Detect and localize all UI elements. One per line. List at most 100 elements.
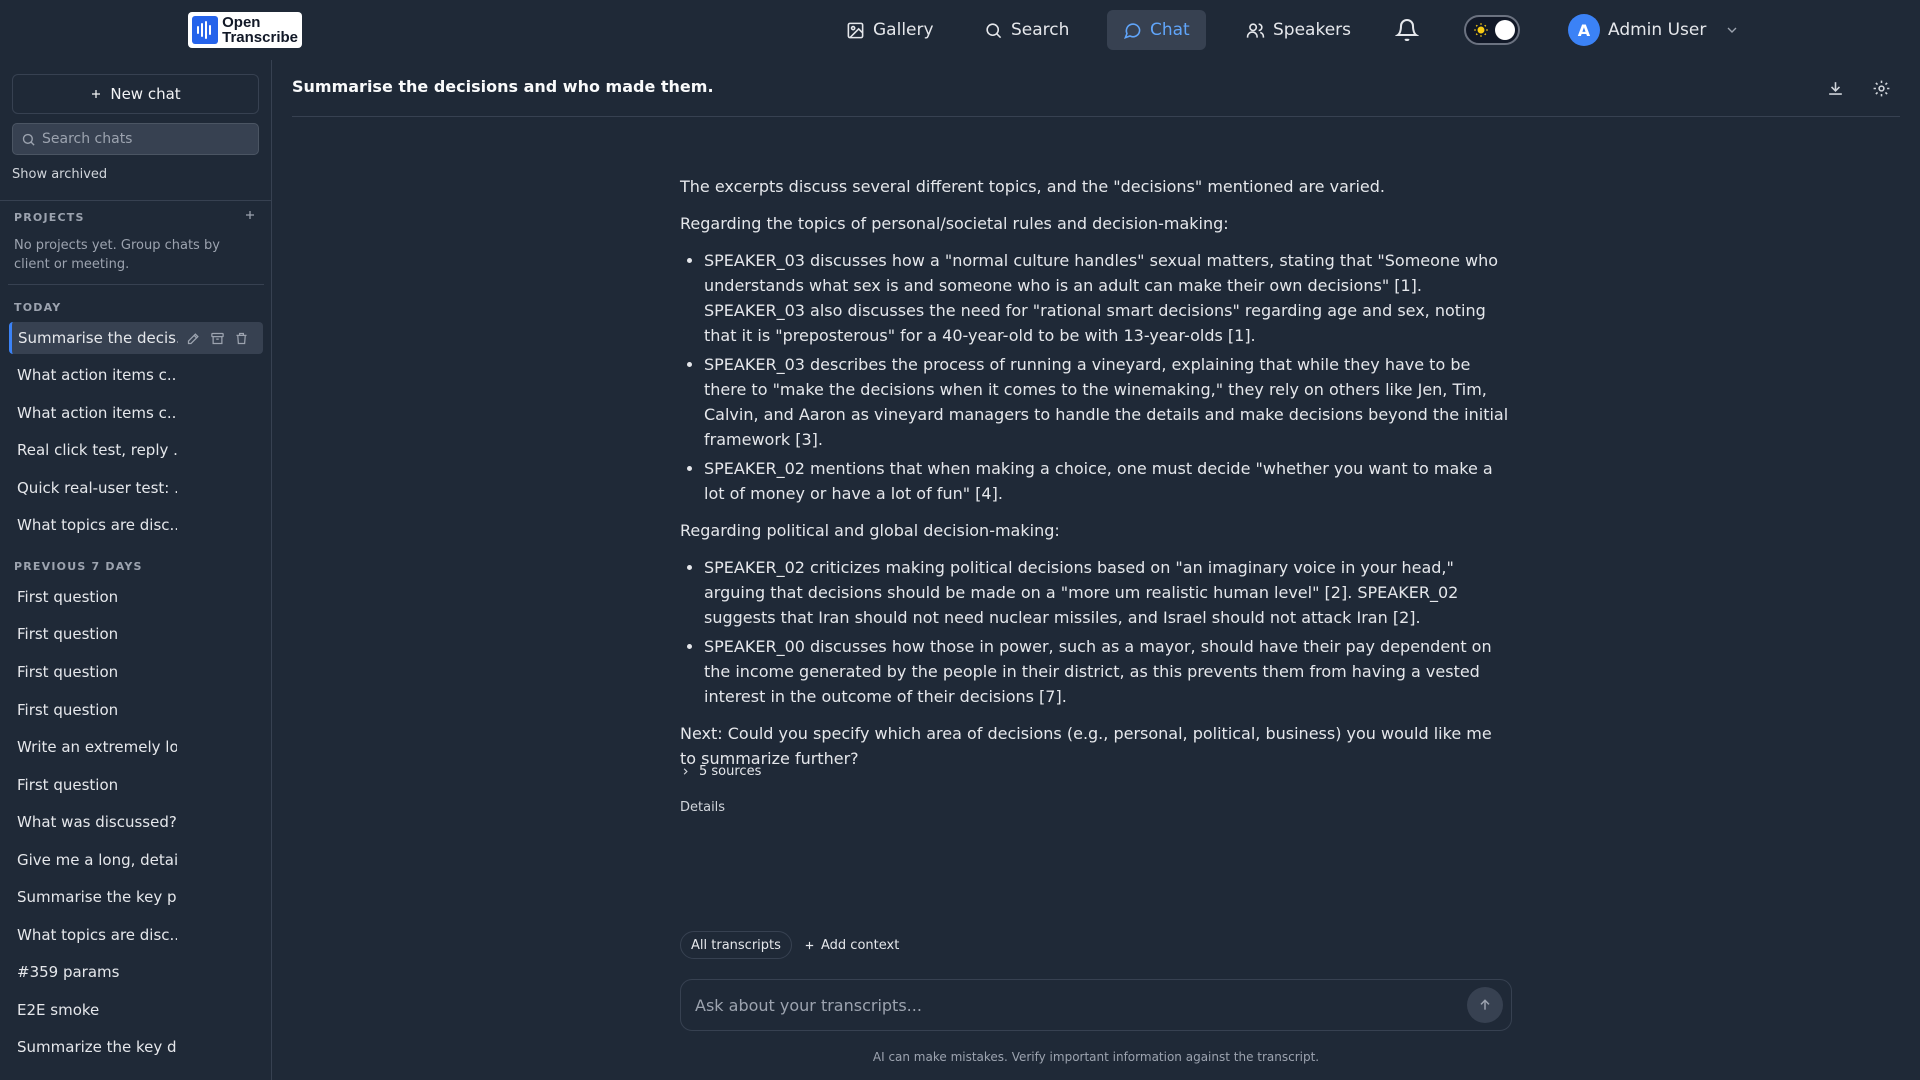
answer-next-question: Next: Could you specify which area of de… (680, 724, 1492, 768)
add-project-icon[interactable] (244, 209, 256, 221)
chat-item[interactable]: What was discussed? (9, 806, 263, 838)
chat-item-label: What topics are disc... (17, 926, 177, 944)
chat-item-label: First question (17, 701, 119, 719)
sources-label: 5 sources (699, 764, 762, 779)
answer-section-heading: Regarding the topics of personal/societa… (680, 214, 1229, 233)
chat-item-label: E2E smoke (17, 1001, 100, 1019)
waveform-icon (192, 16, 219, 44)
chat-item-label: What was discussed? (17, 813, 177, 831)
logo-line-1: Open (222, 14, 261, 31)
chevron-down-icon (1727, 27, 1737, 33)
image-icon (847, 22, 864, 38)
app-logo[interactable]: Open Transcribe (188, 12, 302, 48)
send-button[interactable] (1467, 987, 1503, 1023)
list-item: SPEAKER_03 discusses how a "normal cultu… (704, 248, 1510, 348)
disclaimer-text: AI can make mistakes. Verify important i… (872, 1050, 1320, 1064)
chat-item[interactable]: What action items c... (9, 359, 263, 391)
show-archived-link[interactable]: Show archived (12, 167, 107, 182)
chat-item-label: What action items c... (17, 404, 177, 422)
chat-item[interactable]: First question (9, 618, 263, 650)
message-input[interactable] (695, 995, 1467, 1015)
chat-item-label: Summarize the key d... (17, 1038, 177, 1056)
answer-intro: The excerpts discuss several different t… (680, 177, 1385, 196)
pencil-icon[interactable] (186, 331, 201, 346)
nav-gallery[interactable]: Gallery (830, 10, 950, 50)
answer-list: SPEAKER_02 criticizes making political d… (680, 555, 1510, 709)
nav-speakers-label: Speakers (1273, 20, 1352, 40)
search-icon (22, 133, 35, 146)
today-heading: TODAY (14, 301, 62, 314)
user-name: Admin User (1608, 20, 1707, 40)
chat-item[interactable]: #359 params (9, 956, 263, 988)
theme-toggle[interactable] (1464, 15, 1520, 45)
chat-item[interactable]: Write an extremely lo... (9, 731, 263, 763)
conversation-header: Summarise the decisions and who made the… (292, 60, 1900, 117)
chat-item-label: What action items c... (17, 366, 177, 384)
projects-empty-text: No projects yet. Group chats by client o… (14, 238, 220, 272)
sidebar: New chat Show archived PROJECTS No proje… (0, 60, 272, 1080)
search-icon (986, 22, 1002, 38)
nav-search-label: Search (1011, 20, 1070, 40)
list-item: SPEAKER_02 mentions that when making a c… (704, 456, 1510, 506)
chat-item[interactable]: What action items c... (9, 397, 263, 429)
chevron-right-icon (683, 768, 688, 775)
scope-chip[interactable]: All transcripts (680, 931, 792, 959)
nav-speakers[interactable]: Speakers (1230, 10, 1367, 50)
chat-item[interactable]: Summarize the key d... (9, 1031, 263, 1063)
chat-item[interactable]: What topics are disc... (9, 509, 263, 541)
nav-search[interactable]: Search (968, 10, 1085, 50)
chat-item-label: Quick real-user test: ... (17, 479, 177, 497)
chat-item[interactable]: First question (9, 581, 263, 613)
new-chat-button[interactable]: New chat (12, 74, 259, 114)
answer-section-heading: Regarding political and global decision-… (680, 521, 1060, 540)
chat-item[interactable]: What topics are disc... (9, 919, 263, 951)
chat-item-label: Summarise the key p... (17, 888, 177, 906)
archive-icon[interactable] (210, 331, 225, 346)
chat-item-active[interactable]: Summarise the decis... (9, 322, 263, 354)
divider (0, 200, 271, 201)
message-composer (680, 979, 1512, 1031)
chat-item[interactable]: Summarise the key p... (9, 881, 263, 913)
chat-item-label: First question (17, 625, 119, 643)
add-context-button[interactable]: Add context (794, 931, 909, 959)
projects-heading: PROJECTS (14, 211, 85, 224)
trash-icon[interactable] (234, 331, 249, 346)
answer-list: SPEAKER_03 discusses how a "normal cultu… (680, 248, 1510, 506)
gear-icon[interactable] (1872, 79, 1891, 98)
list-item: SPEAKER_03 describes the process of runn… (704, 352, 1510, 452)
chat-item[interactable]: First question (9, 656, 263, 688)
conversation-title: Summarise the decisions and who made the… (292, 77, 714, 96)
divider (8, 284, 264, 285)
chat-item[interactable]: Quick real-user test: ... (9, 472, 263, 504)
chat-item[interactable]: E2E smoke (9, 994, 263, 1026)
bell-icon[interactable] (1395, 18, 1419, 42)
app-logo-text: Open Transcribe (222, 15, 298, 45)
scope-chip-label: All transcripts (691, 937, 781, 953)
nav-chat-label: Chat (1150, 20, 1190, 40)
search-chats-box (12, 123, 259, 155)
top-navigation: Open Transcribe Gallery Search Chat Spea… (0, 0, 1920, 60)
nav-gallery-label: Gallery (873, 20, 934, 40)
chat-bubble-icon (1124, 22, 1141, 39)
download-icon[interactable] (1826, 79, 1845, 98)
logo-line-2: Transcribe (222, 29, 298, 46)
chat-item[interactable]: Real click test, reply ... (9, 434, 263, 466)
chat-item-label: #359 params (17, 963, 120, 981)
search-chats-input[interactable] (42, 131, 242, 147)
chat-item-label: Real click test, reply ... (17, 441, 177, 459)
chat-item-label: Give me a long, detai... (17, 851, 177, 869)
nav-chat[interactable]: Chat (1107, 10, 1206, 50)
list-item: SPEAKER_00 discusses how those in power,… (704, 634, 1510, 709)
chat-item[interactable]: First question (9, 694, 263, 726)
chat-item-label: What topics are disc... (17, 516, 177, 534)
chat-item[interactable]: First question (9, 769, 263, 801)
plus-icon (805, 941, 814, 949)
chat-item-label: Write an extremely lo... (17, 738, 177, 756)
sources-toggle[interactable]: 5 sources (680, 764, 761, 779)
chat-item[interactable]: Give me a long, detai... (9, 844, 263, 876)
chat-item-label: First question (17, 776, 119, 794)
details-link[interactable]: Details (680, 800, 725, 815)
plus-icon (92, 90, 101, 98)
user-menu[interactable]: A Admin User (1568, 14, 1740, 46)
add-context-label: Add context (821, 937, 900, 953)
